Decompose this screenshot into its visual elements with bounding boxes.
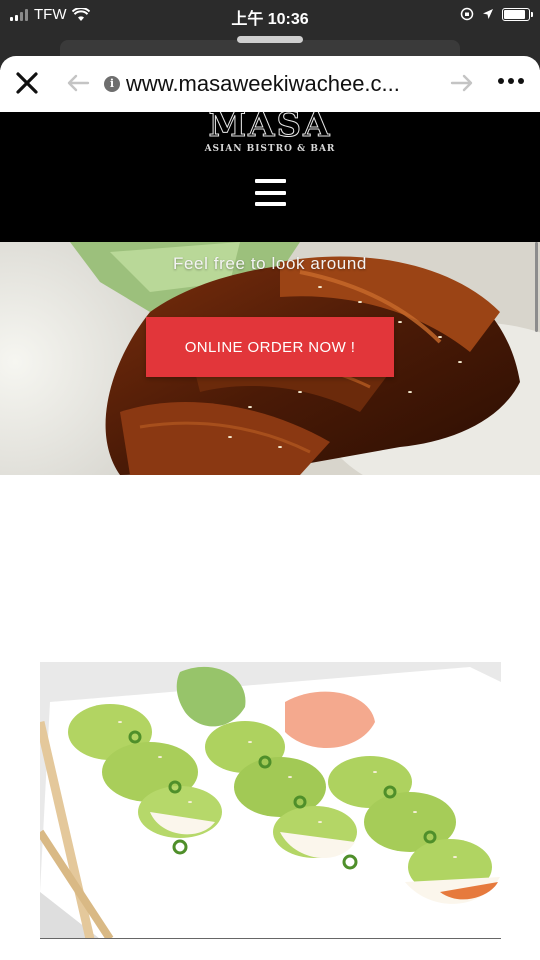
url-text[interactable]: www.masaweekiwachee.c... [126, 71, 400, 97]
hamburger-menu-icon[interactable] [255, 179, 286, 206]
sushi-roll-image [40, 662, 501, 939]
logo-subtitle: ASIAN BISTRO & BAR [204, 144, 336, 154]
logo-text: MASA [209, 112, 332, 142]
battery-icon [502, 7, 533, 21]
status-bar: TFW 上午 10:36 [0, 0, 540, 30]
orientation-lock-icon [460, 7, 474, 21]
hero-tagline: Feel free to look around [173, 254, 367, 273]
masa-logo[interactable]: MASA [200, 112, 340, 142]
location-icon [483, 9, 493, 19]
status-right [460, 7, 533, 21]
site-header: MASA ASIAN BISTRO & BAR [0, 112, 540, 242]
hero-banner: Feel free to look around ONLINE ORDER NO… [0, 242, 540, 475]
sheet-grabber[interactable] [237, 36, 303, 43]
in-app-browser-bar: i www.masaweekiwachee.c... [0, 56, 540, 112]
more-dots-icon[interactable] [498, 78, 524, 84]
scrollbar[interactable] [535, 242, 538, 332]
close-icon[interactable] [14, 70, 40, 96]
avocado-roll-picture [40, 662, 501, 938]
arrow-left-icon[interactable] [66, 73, 90, 93]
arrow-right-icon[interactable] [450, 73, 474, 93]
online-order-button[interactable]: ONLINE ORDER NOW ! [146, 317, 394, 377]
status-time: 上午 10:36 [231, 11, 309, 28]
info-icon[interactable]: i [104, 76, 120, 92]
